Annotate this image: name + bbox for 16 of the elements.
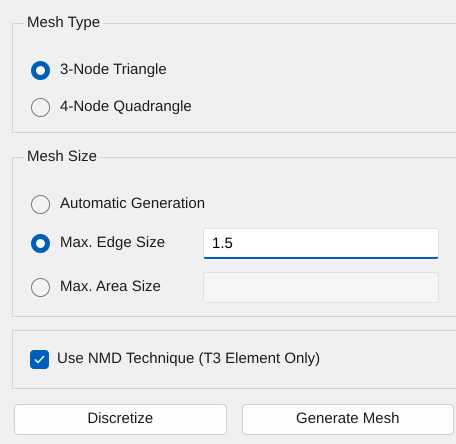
input-field[interactable]: 1.5 [203,228,439,259]
radio-option[interactable]: Automatic Generation [31,193,206,216]
radio-option[interactable]: Max. Area Size [31,276,203,299]
radio-option[interactable]: 4-Node Quadrangle [31,96,192,119]
check-icon [34,355,45,364]
group-title: Mesh Type [24,14,104,32]
radio-option[interactable]: 3-Node Triangle [31,59,167,82]
radio-option[interactable]: Max. Edge Size [31,232,203,255]
radio-button[interactable] [31,195,50,214]
action-button[interactable]: Generate Mesh [242,404,454,435]
checkbox[interactable] [30,350,49,369]
radio-button[interactable] [31,61,50,80]
radio-button[interactable] [31,278,50,297]
action-button[interactable]: Discretize [14,404,226,435]
radio-button[interactable] [31,98,50,117]
radio-button[interactable] [31,234,50,253]
